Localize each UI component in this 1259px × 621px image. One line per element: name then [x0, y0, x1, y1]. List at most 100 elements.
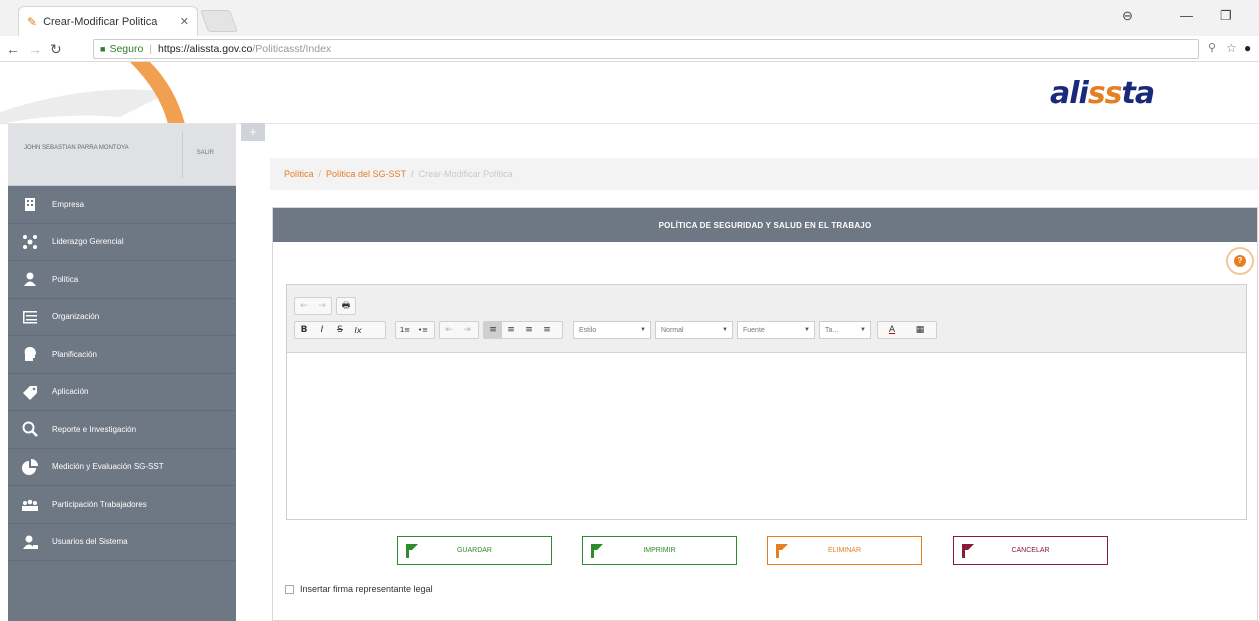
- list-icon: [23, 310, 37, 324]
- sidebar-item-usuarios[interactable]: Usuarios del Sistema: [8, 524, 236, 561]
- logout-link[interactable]: SALIR: [197, 150, 214, 156]
- policy-panel: POLÍTICA DE SEGURIDAD Y SALUD EN EL TRAB…: [272, 207, 1258, 621]
- sidebar-item-planificacion[interactable]: Planificación: [8, 336, 236, 374]
- style-dropdown[interactable]: Estilo ▼: [573, 321, 651, 339]
- chevron-down-icon: ▼: [640, 327, 646, 333]
- remove-format-button[interactable]: Ix: [349, 322, 367, 338]
- header-swoosh-decoration: [0, 62, 185, 123]
- chevron-down-icon: ▼: [722, 327, 728, 333]
- sidebar-item-label: Organización: [52, 312, 100, 322]
- tab-close-icon[interactable]: ✕: [180, 15, 189, 28]
- url-host: https://alissta.gov.co: [158, 43, 253, 55]
- address-bar: ← → ↻ ■ Seguro | https://alissta.gov.co …: [0, 36, 1259, 62]
- breadcrumb-politica[interactable]: Política: [284, 169, 314, 179]
- editor-content-area[interactable]: [287, 353, 1246, 519]
- new-tab-button[interactable]: [199, 10, 239, 32]
- breadcrumb-current: Crear-Modificar Política: [418, 169, 513, 179]
- outdent-button[interactable]: ⇤: [440, 322, 458, 338]
- sidebar-item-reporte[interactable]: Reporte e Investigación: [8, 411, 236, 449]
- user-icon: [24, 272, 36, 287]
- sidebar-item-medicion[interactable]: Medición y Evaluación SG-SST: [8, 449, 236, 486]
- legal-signature-checkbox[interactable]: [285, 584, 294, 594]
- tag-icon: [23, 385, 37, 400]
- site-header: alissta: [0, 62, 1259, 124]
- sidebar-item-label: Política: [52, 274, 79, 284]
- bulleted-list-button[interactable]: •≡: [414, 322, 432, 338]
- action-buttons: GUARDAR IMPRIMIR ELIMINAR CANCELAR: [273, 536, 1257, 566]
- bold-button[interactable]: B: [295, 322, 313, 338]
- sidebar-item-label: Empresa: [52, 199, 85, 209]
- italic-button[interactable]: I: [313, 322, 331, 338]
- breadcrumb: Política / Política del SG-SST / Crear-M…: [270, 158, 1258, 190]
- align-left-button[interactable]: ≡: [484, 322, 502, 338]
- building-icon: [25, 198, 35, 212]
- breadcrumb-politica-sgsst[interactable]: Política del SG-SST: [326, 169, 406, 179]
- tab-title: Crear-Modificar Politica: [43, 15, 158, 28]
- sidebar-item-organizacion[interactable]: Organización: [8, 299, 236, 336]
- legal-signature-label: Insertar firma representante legal: [300, 584, 433, 594]
- cancel-button[interactable]: CANCELAR: [953, 536, 1108, 565]
- numbered-list-button[interactable]: 1≡: [396, 322, 414, 338]
- lock-icon: ■: [100, 44, 106, 54]
- user-name: JOHN SEBASTIAN PARRA MONTOYA: [24, 145, 129, 151]
- panel-title: POLÍTICA DE SEGURIDAD Y SALUD EN EL TRAB…: [273, 208, 1257, 242]
- indent-button[interactable]: ⇥: [458, 322, 476, 338]
- url-input[interactable]: ■ Seguro | https://alissta.gov.co /Polit…: [93, 39, 1199, 59]
- help-icon[interactable]: ?: [1226, 247, 1254, 275]
- flag-icon: [591, 544, 603, 558]
- print-button[interactable]: IMPRIMIR: [582, 536, 737, 565]
- favicon-icon: ✎: [27, 14, 38, 29]
- delete-button[interactable]: ELIMINAR: [767, 536, 922, 565]
- format-dropdown[interactable]: Normal ▼: [655, 321, 733, 339]
- sidebar-item-aplicacion[interactable]: Aplicación: [8, 374, 236, 411]
- sidebar-item-label: Medición y Evaluación SG-SST: [52, 462, 164, 472]
- pie-chart-icon: [22, 458, 38, 475]
- people-network-icon: [23, 234, 37, 249]
- size-dropdown[interactable]: Ta... ▼: [819, 321, 871, 339]
- forward-icon[interactable]: →: [28, 41, 42, 57]
- back-icon[interactable]: ←: [6, 41, 20, 57]
- sidebar-toggle-button[interactable]: +: [241, 123, 265, 141]
- sidebar-item-participacion[interactable]: Participación Trabajadores: [8, 486, 236, 524]
- alissta-logo[interactable]: alissta: [1050, 76, 1155, 111]
- minimize-icon[interactable]: —: [1180, 8, 1193, 23]
- background-color-button[interactable]: ▦: [906, 322, 934, 338]
- rich-text-editor: ← → 🖶 B I S Ix 1≡ •≡ ⇤ ⇥ ≡ ≡ ≡ ≡ Estilo …: [286, 284, 1247, 520]
- sidebar: JOHN SEBASTIAN PARRA MONTOYA SALIR Empre…: [8, 124, 236, 621]
- reload-icon[interactable]: ↻: [50, 41, 62, 58]
- undo-button[interactable]: ←: [295, 298, 313, 314]
- sidebar-item-empresa[interactable]: Empresa: [8, 186, 236, 224]
- profile-icon[interactable]: ⊖: [1122, 8, 1133, 24]
- font-dropdown[interactable]: Fuente ▼: [737, 321, 815, 339]
- sidebar-item-liderazgo[interactable]: Liderazgo Gerencial: [8, 224, 236, 261]
- sidebar-item-label: Usuarios del Sistema: [52, 537, 128, 547]
- align-center-button[interactable]: ≡: [502, 322, 520, 338]
- chevron-down-icon: ▼: [804, 327, 810, 333]
- flag-icon: [962, 544, 974, 558]
- restore-icon[interactable]: ❐: [1220, 8, 1232, 24]
- save-button[interactable]: GUARDAR: [397, 536, 552, 565]
- editor-toolbar: ← → 🖶 B I S Ix 1≡ •≡ ⇤ ⇥ ≡ ≡ ≡ ≡ Estilo …: [287, 285, 1246, 353]
- strikethrough-button[interactable]: S: [331, 322, 349, 338]
- align-justify-button[interactable]: ≡: [538, 322, 556, 338]
- flag-icon: [406, 544, 418, 558]
- legal-signature-option: Insertar firma representante legal: [285, 584, 433, 594]
- flag-icon: [776, 544, 788, 558]
- sidebar-item-label: Reporte e Investigación: [52, 424, 137, 434]
- user-admin-icon: [23, 535, 38, 549]
- chevron-down-icon: ▼: [860, 327, 866, 333]
- text-color-button[interactable]: A: [878, 322, 906, 338]
- extension-icon[interactable]: ●: [1244, 41, 1251, 55]
- browser-tab[interactable]: ✎ Crear-Modificar Politica ✕: [18, 6, 198, 36]
- sidebar-item-politica[interactable]: Política: [8, 261, 236, 299]
- print-icon[interactable]: 🖶: [337, 298, 355, 314]
- bookmark-star-icon[interactable]: ☆: [1226, 41, 1237, 55]
- group-icon: [22, 499, 38, 512]
- zoom-icon[interactable]: ⚲: [1208, 41, 1216, 54]
- sidebar-item-label: Aplicación: [52, 387, 89, 397]
- search-icon: [22, 421, 38, 438]
- redo-button[interactable]: →: [313, 298, 331, 314]
- user-box: JOHN SEBASTIAN PARRA MONTOYA SALIR: [8, 124, 236, 186]
- head-icon: [24, 347, 36, 362]
- align-right-button[interactable]: ≡: [520, 322, 538, 338]
